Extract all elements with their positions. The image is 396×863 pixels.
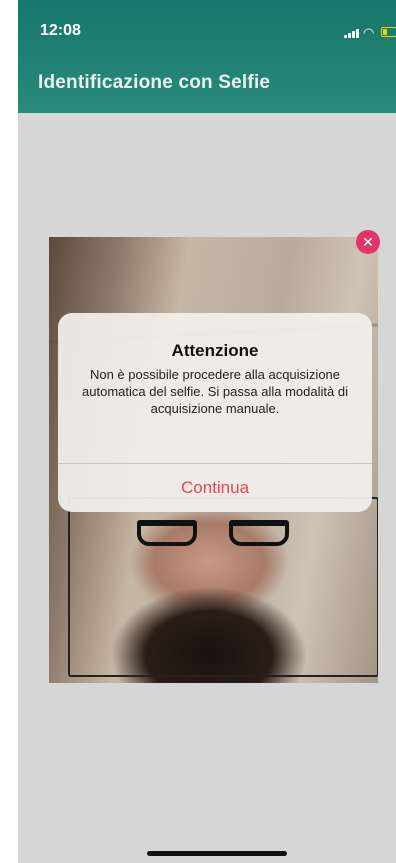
app-header: 12:08 ◠ Identificazione con Selfie [18, 0, 396, 113]
status-icons: ◠ [336, 26, 396, 40]
phone-screen: 12:08 ◠ Identificazione con Selfie ✕ Att… [18, 0, 396, 863]
face-guide-frame [68, 497, 378, 677]
status-time: 12:08 [40, 22, 81, 39]
page-title: Identificazione con Selfie [38, 72, 271, 93]
battery-icon [381, 27, 396, 37]
signal-icon [344, 28, 360, 38]
continue-button[interactable]: Continua [58, 464, 372, 512]
alert-dialog: Attenzione Non è possibile procedere all… [58, 313, 372, 512]
close-icon[interactable]: ✕ [356, 230, 380, 254]
alert-title: Attenzione [171, 341, 259, 360]
alert-message: Non è possibile procedere alla acquisizi… [82, 367, 348, 416]
wifi-icon: ◠ [363, 25, 375, 40]
home-indicator[interactable] [147, 851, 287, 856]
